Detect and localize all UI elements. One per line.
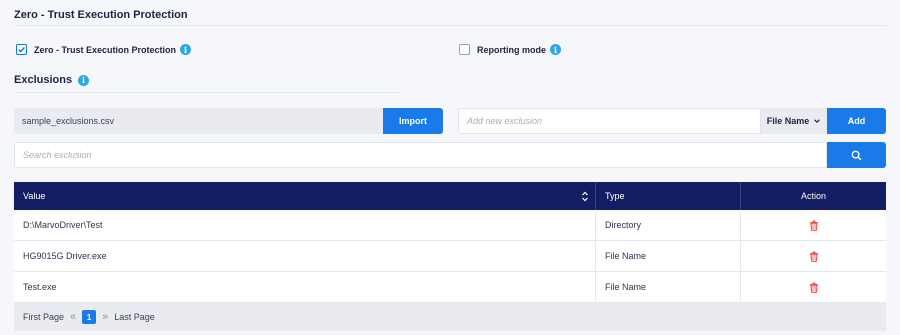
- exclusions-title: Exclusions: [14, 74, 73, 86]
- exclusions-table: Value Type Action D:\MarvoDriver\Test Di…: [14, 182, 886, 331]
- ztep-checkbox[interactable]: [16, 44, 27, 55]
- type-column-header: Type: [596, 182, 741, 210]
- row-action: [741, 241, 886, 271]
- row-type: File Name: [596, 241, 741, 271]
- row-value: Test.exe: [14, 272, 596, 302]
- first-page-link[interactable]: First Page: [23, 312, 64, 322]
- section-title: Zero - Trust Execution Protection: [14, 9, 188, 21]
- action-header-label: Action: [800, 191, 826, 201]
- page-number-current[interactable]: 1: [82, 310, 97, 324]
- trash-icon[interactable]: [809, 251, 819, 262]
- row-value: D:\MarvoDriver\Test: [14, 210, 596, 240]
- add-button[interactable]: Add: [827, 108, 886, 134]
- sort-icon[interactable]: [581, 191, 589, 202]
- action-column-header: Action: [741, 182, 886, 210]
- ztep-label: Zero - Trust Execution Protection: [34, 44, 177, 55]
- value-column-header[interactable]: Value: [14, 182, 596, 210]
- double-chevron-right-icon[interactable]: »: [102, 311, 108, 323]
- add-exclusion-input[interactable]: Add new exclusion: [458, 108, 761, 134]
- search-button[interactable]: [827, 142, 886, 168]
- add-exclusion-placeholder: Add new exclusion: [467, 116, 543, 126]
- ztep-option[interactable]: Zero - Trust Execution Protection i: [16, 44, 192, 55]
- pagination: First Page « 1 » Last Page: [14, 303, 886, 331]
- search-input[interactable]: Search exclusion: [14, 142, 827, 168]
- import-button[interactable]: Import: [383, 108, 443, 134]
- divider: [14, 92, 400, 93]
- import-file-field[interactable]: sample_exclusions.csv: [14, 108, 383, 134]
- table-row: HG9015G Driver.exe File Name: [14, 241, 886, 272]
- reporting-option[interactable]: Reporting mode i: [459, 44, 561, 55]
- reporting-label: Reporting mode: [477, 44, 546, 55]
- type-select[interactable]: File Name: [761, 108, 827, 134]
- info-icon[interactable]: i: [78, 74, 90, 86]
- type-select-value: File Name: [766, 116, 810, 126]
- row-action: [741, 210, 886, 240]
- row-type: Directory: [596, 210, 741, 240]
- trash-icon[interactable]: [809, 220, 819, 231]
- chevron-down-icon: [814, 119, 821, 124]
- table-header: Value Type Action: [14, 182, 886, 210]
- search-icon: [851, 150, 862, 160]
- divider: [14, 25, 886, 26]
- trash-icon[interactable]: [809, 282, 819, 293]
- info-icon[interactable]: i: [180, 44, 192, 55]
- row-type: File Name: [596, 272, 741, 302]
- search-placeholder: Search exclusion: [23, 150, 92, 160]
- exclusions-heading: Exclusions i: [14, 74, 90, 86]
- table-row: Test.exe File Name: [14, 272, 886, 303]
- last-page-link[interactable]: Last Page: [114, 312, 155, 322]
- value-header-label: Value: [23, 191, 46, 201]
- checkmark-icon: [18, 47, 25, 53]
- reporting-checkbox[interactable]: [459, 44, 470, 55]
- row-action: [741, 272, 886, 302]
- info-icon[interactable]: i: [550, 44, 561, 55]
- type-header-label: Type: [605, 191, 625, 201]
- double-chevron-left-icon[interactable]: «: [70, 311, 76, 323]
- table-row: D:\MarvoDriver\Test Directory: [14, 210, 886, 241]
- row-value: HG9015G Driver.exe: [14, 241, 596, 271]
